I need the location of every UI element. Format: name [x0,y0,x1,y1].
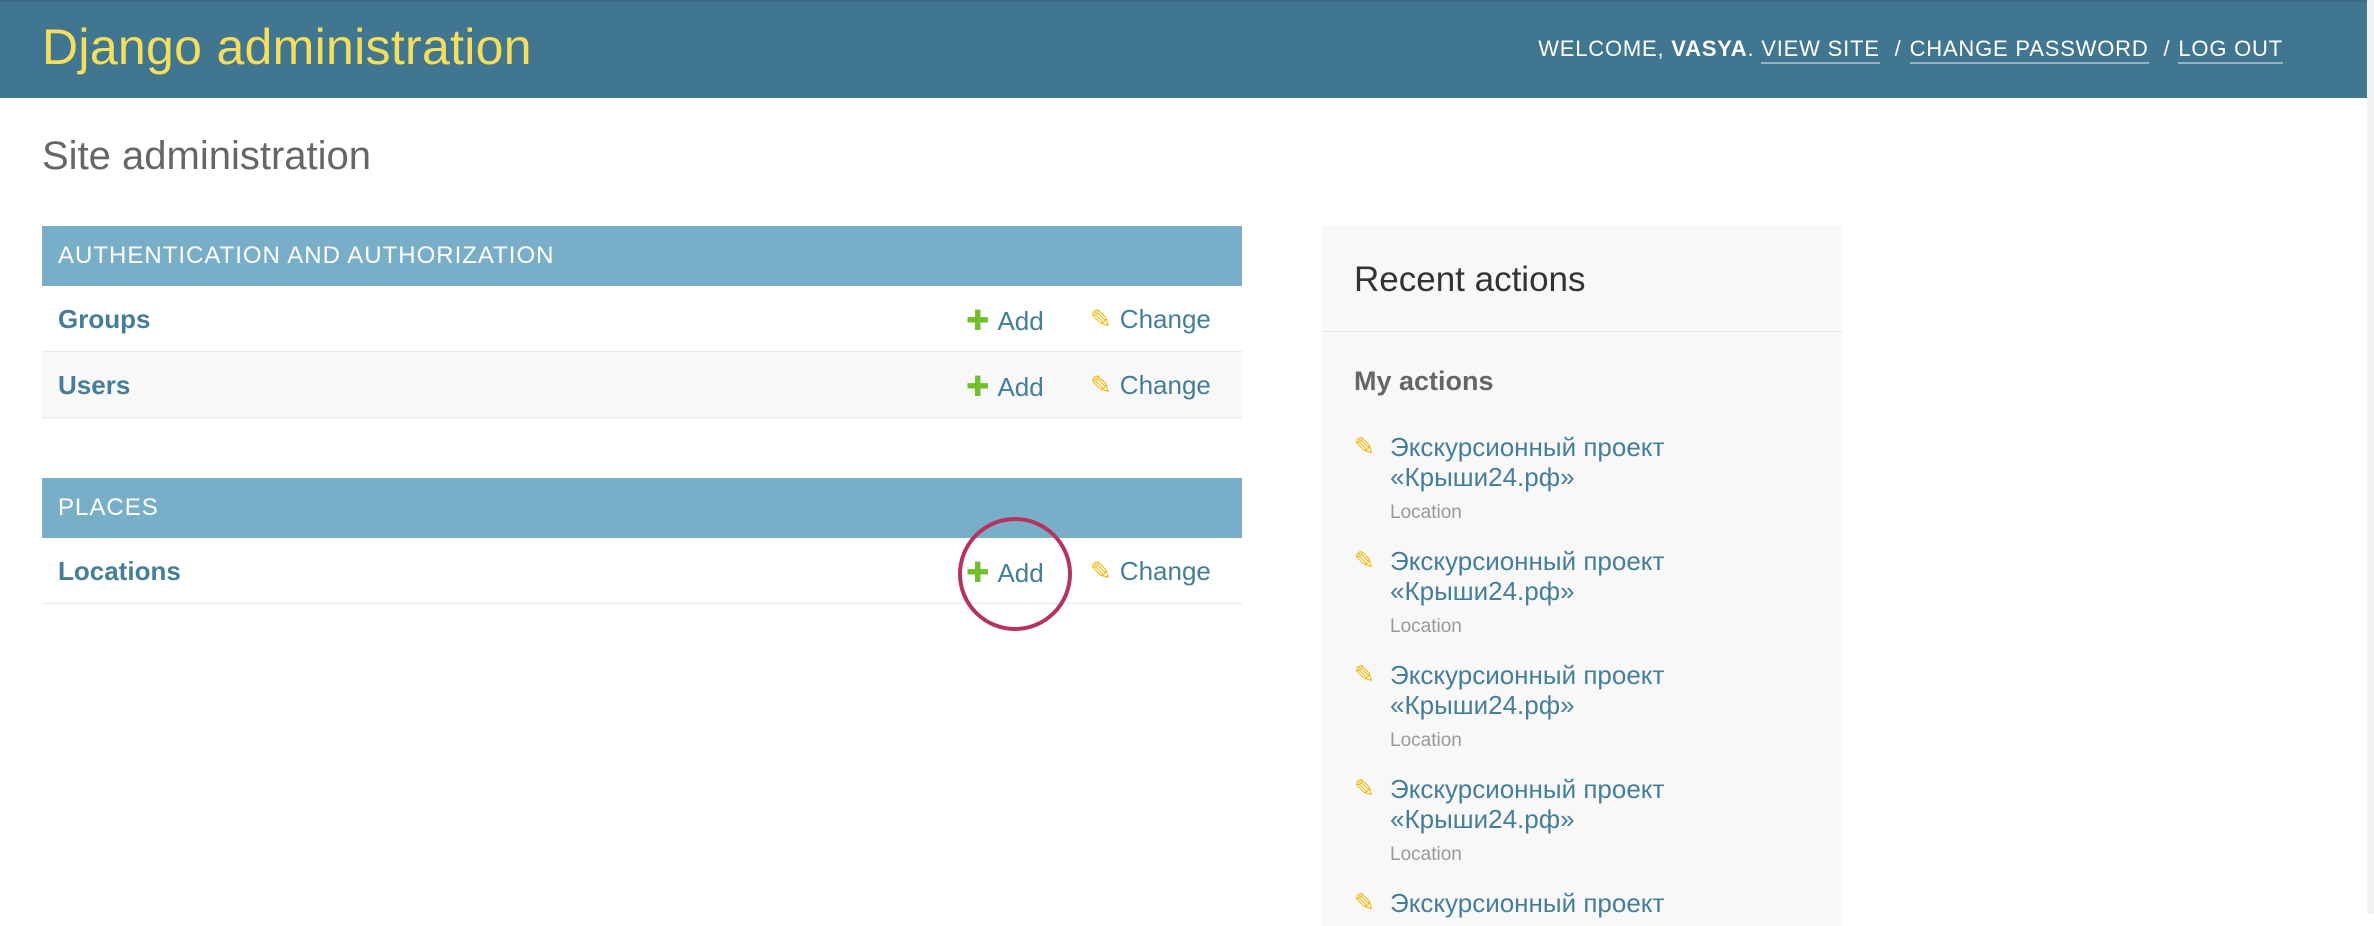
locations-add-link[interactable]: ✚ Add [966,556,1044,589]
add-label: Add [997,306,1044,336]
pencil-icon: ✎ [1354,547,1375,575]
header: Django administration WELCOME, VASYA. VI… [0,0,2367,98]
add-icon: ✚ [966,557,990,588]
users-change-link[interactable]: ✎ Change [1090,370,1211,401]
change-password-link[interactable]: CHANGE PASSWORD [1909,36,2149,64]
model-row-groups: Groups ✚ Add ✎ Change [42,286,1242,352]
pencil-icon: ✎ [1354,661,1375,689]
module-caption[interactable]: PLACES [42,478,1242,538]
users-link[interactable]: Users [58,370,130,401]
locations-change-link[interactable]: ✎ Change [1090,556,1211,587]
recent-action-link[interactable]: Экскурсионный проект «Крыши24.рф» [1390,432,1810,492]
model-row-locations: Locations ✚ Add ✎ Change [42,538,1242,604]
username-suffix: . [1747,36,1755,61]
recent-action-type: Location [1390,616,1462,637]
recent-action-link[interactable]: Экскурсионный проект «Крыши24.рф» [1390,546,1810,606]
log-out-link[interactable]: LOG OUT [2178,36,2283,64]
recent-action-type: Location [1390,844,1462,865]
add-icon: ✚ [966,371,990,402]
recent-action-type: Location [1390,502,1462,523]
pencil-icon: ✎ [1354,433,1375,461]
separator: / [1894,36,1902,61]
add-icon: ✚ [966,305,990,336]
module-authentication-and-authorization: AUTHENTICATION AND AUTHORIZATION Groups … [42,226,1242,418]
module-caption[interactable]: AUTHENTICATION AND AUTHORIZATION [42,226,1242,286]
pencil-icon: ✎ [1354,775,1375,803]
users-add-link[interactable]: ✚ Add [966,370,1044,403]
pencil-icon: ✎ [1090,556,1112,586]
add-label: Add [997,372,1044,402]
page-title: Site administration [42,134,372,178]
change-label: Change [1119,370,1211,400]
welcome-text: WELCOME, [1538,36,1665,61]
model-row-users: Users ✚ Add ✎ Change [42,352,1242,418]
username: VASYA [1671,36,1748,61]
pencil-icon: ✎ [1090,304,1112,334]
view-site-link[interactable]: VIEW SITE [1761,36,1880,64]
user-tools: WELCOME, VASYA. VIEW SITE / CHANGE PASSWO… [1538,36,2283,64]
site-title[interactable]: Django administration [42,18,532,76]
change-label: Change [1119,556,1211,586]
separator: / [2163,36,2171,61]
recent-actions-title: Recent actions [1354,260,1586,299]
pencil-icon: ✎ [1090,370,1112,400]
window-edge [2367,0,2374,914]
recent-actions-panel: Recent actions My actions ✎ Экскурсионны… [1322,226,1842,926]
recent-action-link[interactable]: Экскурсионный проект «Крыши24.рф» [1390,774,1810,834]
add-label: Add [997,558,1044,588]
change-label: Change [1119,304,1211,334]
recent-action-type: Location [1390,730,1462,751]
divider [1322,331,1842,332]
my-actions-heading: My actions [1354,366,1494,396]
recent-action-link[interactable]: Экскурсионный проект «Крыши24.рф» [1390,660,1810,720]
groups-link[interactable]: Groups [58,304,150,335]
module-places: PLACES Locations ✚ Add ✎ Change [42,478,1242,604]
groups-change-link[interactable]: ✎ Change [1090,304,1211,335]
locations-link[interactable]: Locations [58,556,181,587]
groups-add-link[interactable]: ✚ Add [966,304,1044,337]
